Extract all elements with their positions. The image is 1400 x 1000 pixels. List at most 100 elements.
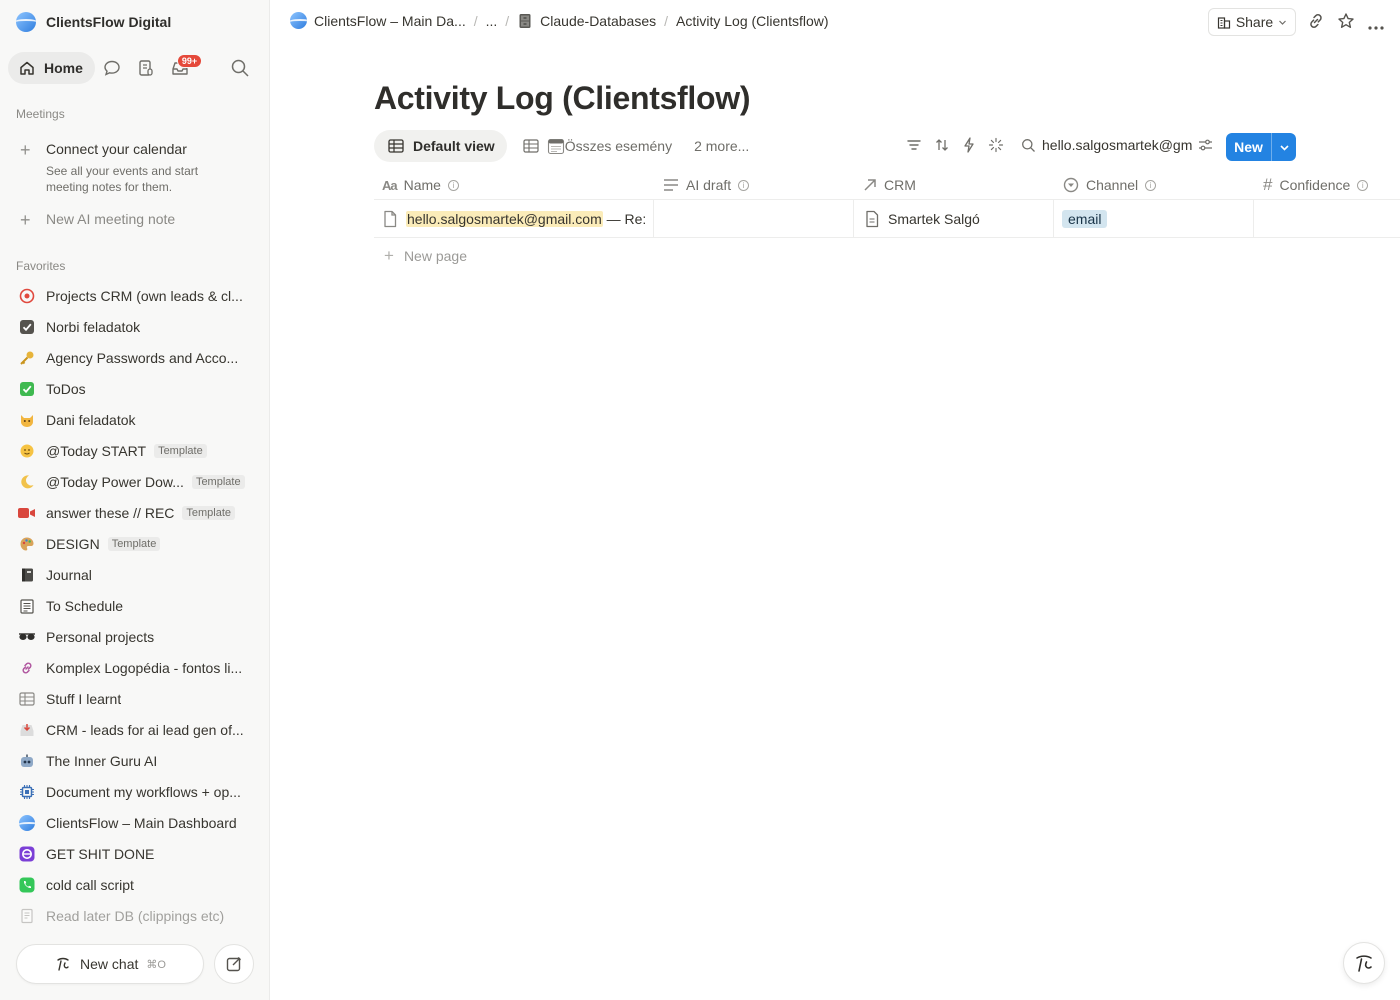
favorite-item[interactable]: cold call script (8, 869, 262, 900)
favorite-item[interactable]: GET SHIT DONE (8, 838, 262, 869)
new-chat-button[interactable]: New chat ⌘O (16, 944, 204, 984)
new-page-button[interactable]: + New page (374, 238, 1400, 274)
column-header-channel[interactable]: Channel i (1052, 170, 1252, 200)
meetings-nav-button[interactable] (129, 52, 163, 84)
new-button[interactable]: New (1226, 133, 1272, 161)
more-options-button[interactable] (1367, 18, 1385, 34)
cell-name[interactable]: hello.salgosmartek@gmail.com — Re: (374, 200, 654, 238)
tab-osszes-esemeny-label: Összes esemény (564, 138, 673, 154)
favorite-star-button[interactable] (1337, 12, 1355, 33)
table-search-value[interactable]: hello.salgosmartek@gm (1042, 137, 1192, 153)
favorite-item[interactable]: The Inner Guru AI (8, 745, 262, 776)
tab-osszes-esemeny[interactable]: Összes esemény (523, 137, 672, 155)
column-header-confidence[interactable]: # Confidence i (1252, 170, 1400, 200)
table-icon (523, 139, 539, 153)
sort-button[interactable] (934, 137, 950, 156)
home-icon (20, 61, 34, 75)
favorite-item[interactable]: Read later DB (clippings etc) (8, 900, 262, 931)
favorite-item[interactable]: ToDos (8, 373, 262, 404)
new-ai-meeting-note[interactable]: + New AI meeting note (16, 209, 256, 229)
column-header-crm[interactable]: CRM (852, 170, 1052, 200)
table-header: Aa Name i AI draft i CRM Channel i # Con… (374, 170, 1400, 200)
moon-icon (18, 473, 36, 491)
info-icon: i (738, 179, 750, 191)
chat-bubble-icon (104, 60, 120, 76)
palette-icon (18, 535, 36, 553)
breadcrumb-ellipsis[interactable]: ... (486, 13, 498, 29)
compose-button[interactable] (214, 944, 254, 984)
inbox-nav-button[interactable]: 99+ (163, 52, 203, 84)
favorite-item[interactable]: Agency Passwords and Acco... (8, 342, 262, 373)
info-icon: i (447, 179, 459, 191)
copy-link-button[interactable] (1307, 12, 1325, 33)
table-search[interactable]: hello.salgosmartek@gm (1021, 137, 1221, 153)
chevron-down-icon (1279, 144, 1289, 151)
tab-default-view[interactable]: Default view (374, 130, 507, 162)
cell-crm[interactable]: Smartek Salgó (854, 200, 1054, 238)
automation-button[interactable] (962, 136, 976, 156)
plus-icon: + (20, 140, 31, 160)
home-button[interactable]: Home (8, 52, 95, 84)
breadcrumb-current[interactable]: Activity Log (Clientsflow) (676, 13, 829, 29)
page-title: Activity Log (Clientsflow) (374, 80, 751, 116)
cell-channel[interactable]: email (1054, 200, 1254, 238)
share-button[interactable]: Share (1208, 8, 1296, 36)
favorite-item[interactable]: To Schedule (8, 590, 262, 621)
ai-autofill-button[interactable] (988, 137, 1004, 156)
favorite-label: CRM - leads for ai lead gen of... (46, 721, 244, 738)
new-button-dropdown[interactable] (1272, 133, 1296, 161)
favorite-label: Stuff I learnt (46, 690, 122, 707)
favorite-label: Personal projects (46, 628, 155, 645)
ai-assistant-button[interactable] (1343, 942, 1385, 984)
column-header-label: Name (403, 177, 441, 193)
breadcrumb-separator: / (505, 12, 510, 29)
search-icon (1022, 138, 1035, 152)
favorite-item[interactable]: Komplex Logopédia - fontos li... (8, 652, 262, 683)
favorite-label: Read later DB (clippings etc) (46, 907, 225, 924)
favorite-label: Agency Passwords and Acco... (46, 349, 239, 366)
favorite-item[interactable]: answer these // REC Template (8, 497, 262, 528)
favorite-label: The Inner Guru AI (46, 752, 158, 769)
favorite-item[interactable]: CRM - leads for ai lead gen of... (8, 714, 262, 745)
sunglasses-icon (18, 628, 36, 646)
template-badge: Template (154, 443, 207, 458)
sidebar-nav: Home 99+ (8, 52, 203, 84)
favorite-item[interactable]: DESIGN Template (8, 528, 262, 559)
phone-icon (18, 876, 36, 894)
favorite-label: ClientsFlow – Main Dashboard (46, 814, 237, 831)
globe-icon (290, 12, 307, 29)
favorite-item[interactable]: Dani feladatok (8, 404, 262, 435)
sort-arrows-icon (936, 138, 948, 151)
column-header-label: AI draft (686, 177, 732, 193)
template-badge: Template (191, 474, 245, 489)
favorite-item[interactable]: Norbi feladatok (8, 311, 262, 342)
breadcrumb-parent[interactable]: Claude-Databases (517, 13, 656, 29)
filter-button[interactable] (906, 138, 922, 155)
table-row[interactable]: hello.salgosmartek@gmail.com — Re: Smart… (374, 200, 1400, 238)
crm-link[interactable]: Smartek Salgó (888, 211, 980, 227)
favorite-item[interactable]: @Today Power Dow... Template (8, 466, 262, 497)
star-icon (1338, 13, 1354, 28)
favorite-item[interactable]: Journal (8, 559, 262, 590)
favorite-item[interactable]: Personal projects (8, 621, 262, 652)
favorite-item[interactable]: ClientsFlow – Main Dashboard (8, 807, 262, 838)
more-views-button[interactable]: 2 more... (694, 138, 749, 154)
cell-ai-draft[interactable] (654, 200, 854, 238)
favorite-label: To Schedule (46, 597, 124, 614)
column-header-name[interactable]: Aa Name i (374, 170, 652, 200)
favorite-item[interactable]: Document my workflows + op... (8, 776, 262, 807)
favorite-label: cold call script (46, 876, 134, 893)
workspace-switcher[interactable]: ClientsFlow Digital (16, 11, 171, 33)
favorite-item[interactable]: Projects CRM (own leads & cl... (8, 280, 262, 311)
breadcrumb-root-label: ClientsFlow – Main Da... (314, 12, 466, 29)
cell-confidence[interactable] (1254, 200, 1400, 238)
template-badge: Template (107, 536, 161, 551)
favorite-label: Norbi feladatok (46, 318, 141, 335)
favorite-item[interactable]: Stuff I learnt (8, 683, 262, 714)
chat-nav-button[interactable] (95, 52, 129, 84)
breadcrumb-root[interactable]: ClientsFlow – Main Da... (290, 12, 466, 29)
favorite-item[interactable]: @Today START Template (8, 435, 262, 466)
sidebar-search-button[interactable] (230, 58, 250, 81)
column-header-ai-draft[interactable]: AI draft i (652, 170, 852, 200)
chevron-down-icon (1279, 20, 1287, 25)
